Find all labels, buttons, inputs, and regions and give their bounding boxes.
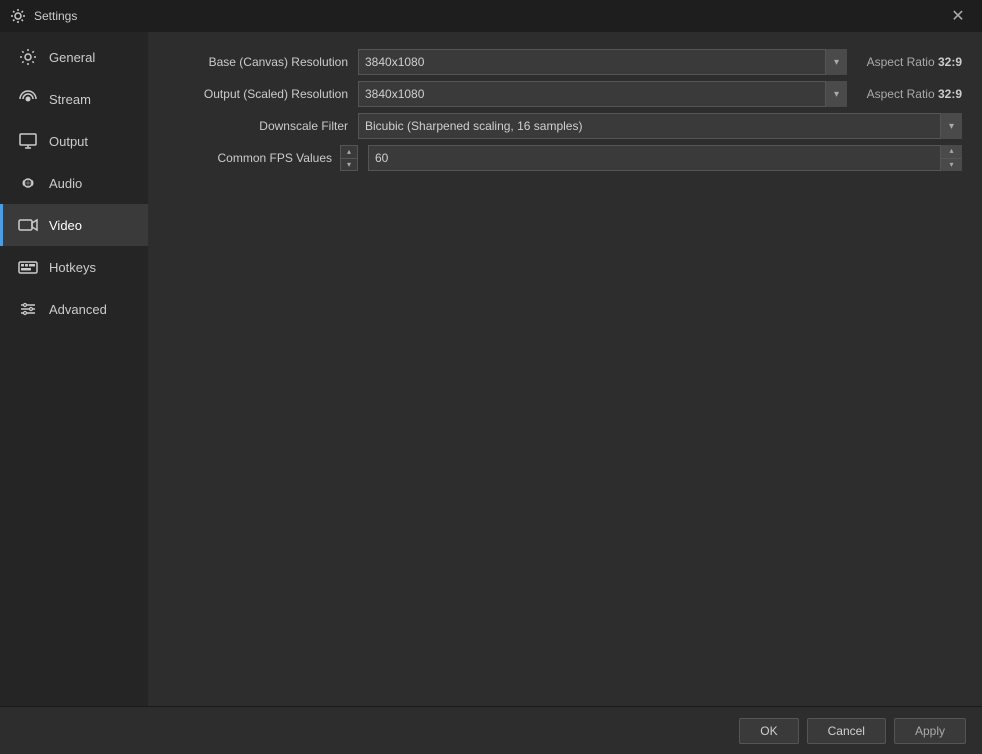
fps-control: 60 ▴ ▾ bbox=[358, 145, 962, 171]
sidebar-item-output[interactable]: Output bbox=[0, 120, 148, 162]
app-icon bbox=[10, 8, 26, 24]
sidebar-item-advanced[interactable]: Advanced bbox=[0, 288, 148, 330]
sidebar-item-label-audio: Audio bbox=[49, 176, 82, 191]
fps-select-wrapper: 60 ▴ ▾ bbox=[368, 145, 962, 171]
sidebar-item-label-video: Video bbox=[49, 218, 82, 233]
stream-icon bbox=[17, 88, 39, 110]
close-button[interactable]: ✕ bbox=[944, 2, 972, 30]
output-resolution-row: Output (Scaled) Resolution 3840x1080 ▾ A… bbox=[168, 80, 962, 108]
titlebar: Settings ✕ bbox=[0, 0, 982, 32]
sidebar-item-general[interactable]: General bbox=[0, 36, 148, 78]
window-title: Settings bbox=[34, 9, 944, 23]
fps-label: Common FPS Values ▴ ▾ bbox=[168, 145, 358, 171]
fps-type-spinner[interactable]: ▴ ▾ bbox=[340, 145, 358, 171]
downscale-filter-control: Bicubic (Sharpened scaling, 16 samples) … bbox=[358, 113, 962, 139]
footer: OK Cancel Apply bbox=[0, 706, 982, 754]
fps-row: Common FPS Values ▴ ▾ 60 ▴ ▾ bbox=[168, 144, 962, 172]
sidebar-item-label-output: Output bbox=[49, 134, 88, 149]
output-resolution-select-wrapper: 3840x1080 ▾ bbox=[358, 81, 847, 107]
fps-spinner-up[interactable]: ▴ bbox=[341, 146, 357, 159]
fps-select[interactable]: 60 bbox=[368, 145, 962, 171]
sidebar-item-video[interactable]: Video bbox=[0, 204, 148, 246]
fps-spinner-down[interactable]: ▾ bbox=[341, 159, 357, 171]
output-resolution-select[interactable]: 3840x1080 bbox=[358, 81, 847, 107]
base-resolution-aspect-ratio: Aspect Ratio 32:9 bbox=[847, 55, 962, 69]
sidebar-item-stream[interactable]: Stream bbox=[0, 78, 148, 120]
downscale-filter-select[interactable]: Bicubic (Sharpened scaling, 16 samples) bbox=[358, 113, 962, 139]
sidebar-item-hotkeys[interactable]: Hotkeys bbox=[0, 246, 148, 288]
audio-icon bbox=[17, 172, 39, 194]
downscale-select-wrapper: Bicubic (Sharpened scaling, 16 samples) … bbox=[358, 113, 962, 139]
main-content: General Stream bbox=[0, 32, 982, 706]
sidebar-item-label-hotkeys: Hotkeys bbox=[49, 260, 96, 275]
sidebar-item-label-stream: Stream bbox=[49, 92, 91, 107]
base-resolution-control: 3840x1080 ▾ Aspect Ratio 32:9 bbox=[358, 49, 962, 75]
output-resolution-aspect-ratio: Aspect Ratio 32:9 bbox=[847, 87, 962, 101]
content-area: Base (Canvas) Resolution 3840x1080 ▾ Asp… bbox=[148, 32, 982, 706]
output-resolution-control: 3840x1080 ▾ Aspect Ratio 32:9 bbox=[358, 81, 962, 107]
video-icon bbox=[17, 214, 39, 236]
output-icon bbox=[17, 130, 39, 152]
sidebar: General Stream bbox=[0, 32, 148, 706]
cancel-button[interactable]: Cancel bbox=[807, 718, 886, 744]
gear-icon bbox=[17, 46, 39, 68]
settings-window: Settings ✕ General bbox=[0, 0, 982, 754]
apply-button[interactable]: Apply bbox=[894, 718, 966, 744]
sidebar-item-audio[interactable]: Audio bbox=[0, 162, 148, 204]
downscale-filter-label: Downscale Filter bbox=[168, 119, 358, 133]
sidebar-item-label-general: General bbox=[49, 50, 95, 65]
base-resolution-select[interactable]: 3840x1080 bbox=[358, 49, 847, 75]
base-resolution-label: Base (Canvas) Resolution bbox=[168, 55, 358, 69]
hotkeys-icon bbox=[17, 256, 39, 278]
base-resolution-row: Base (Canvas) Resolution 3840x1080 ▾ Asp… bbox=[168, 48, 962, 76]
sidebar-item-label-advanced: Advanced bbox=[49, 302, 107, 317]
output-resolution-label: Output (Scaled) Resolution bbox=[168, 87, 358, 101]
advanced-icon bbox=[17, 298, 39, 320]
ok-button[interactable]: OK bbox=[739, 718, 798, 744]
downscale-filter-row: Downscale Filter Bicubic (Sharpened scal… bbox=[168, 112, 962, 140]
base-resolution-select-wrapper: 3840x1080 ▾ bbox=[358, 49, 847, 75]
